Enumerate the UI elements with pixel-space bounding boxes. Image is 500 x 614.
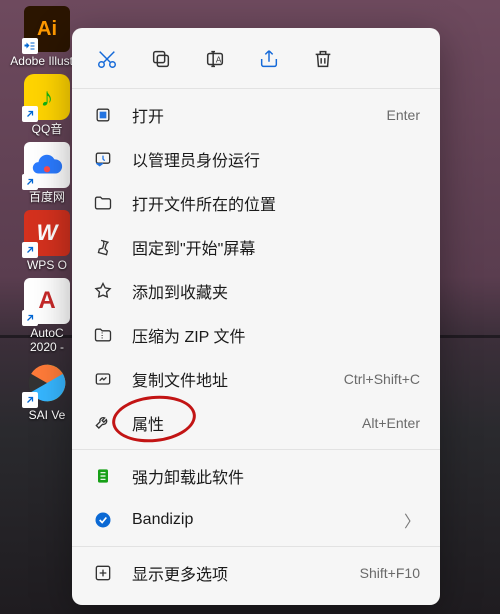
icon-label: QQ音: [32, 122, 63, 136]
separator: [72, 546, 440, 547]
shortcut-overlay: [22, 174, 38, 190]
shield-icon: [92, 148, 114, 170]
menu-shortcut: Enter: [387, 107, 420, 123]
shortcut-overlay: [22, 106, 38, 122]
menu-item-open-location[interactable]: 打开文件所在的位置: [72, 181, 440, 225]
menu-label: 以管理员身份运行: [132, 147, 420, 171]
menu-label: Bandizip: [132, 511, 386, 529]
copy-icon[interactable]: [148, 46, 174, 72]
star-icon: [92, 280, 114, 302]
uninstall-icon: [92, 465, 114, 487]
chevron-right-icon: 〉: [404, 508, 420, 532]
menu-item-bandizip[interactable]: Bandizip 〉: [72, 498, 440, 542]
menu-item-uninstall[interactable]: 强力卸载此软件: [72, 454, 440, 498]
context-toolbar: A: [72, 36, 440, 84]
icon-label: WPS O: [27, 258, 67, 272]
menu-shortcut: Ctrl+Shift+C: [344, 371, 420, 387]
menu-item-run-admin[interactable]: 以管理员身份运行: [72, 137, 440, 181]
menu-item-open[interactable]: 打开 Enter: [72, 93, 440, 137]
folder-icon: [92, 192, 114, 214]
wrench-icon: [92, 412, 114, 434]
menu-shortcut: Shift+F10: [360, 565, 420, 581]
menu-label: 打开: [132, 103, 369, 127]
menu-label: 属性: [132, 411, 344, 435]
menu-item-show-more[interactable]: 显示更多选项 Shift+F10: [72, 551, 440, 595]
icon-label: SAI Ve: [29, 408, 66, 422]
cut-icon[interactable]: [94, 46, 120, 72]
menu-label: 复制文件地址: [132, 367, 326, 391]
zip-icon: [92, 324, 114, 346]
context-menu: A 打开 Enter 以管理员身份运行 打开文件所在的位置 固定到"开始"屏幕 …: [72, 28, 440, 605]
pin-icon: [92, 236, 114, 258]
wps-glyph: W: [37, 220, 58, 246]
open-icon: [92, 104, 114, 126]
shortcut-overlay: [22, 392, 38, 408]
menu-label: 显示更多选项: [132, 561, 342, 585]
shortcut-overlay: [22, 242, 38, 258]
menu-shortcut: Alt+Enter: [362, 415, 420, 431]
shortcut-overlay: [22, 38, 38, 54]
icon-label: AutoC 2020 -: [30, 326, 64, 354]
svg-text:A: A: [216, 56, 222, 65]
separator: [72, 88, 440, 89]
menu-label: 固定到"开始"屏幕: [132, 235, 420, 259]
menu-label: 压缩为 ZIP 文件: [132, 323, 420, 347]
autocad-glyph: A: [38, 287, 55, 315]
music-glyph: ♪: [41, 82, 54, 113]
bandizip-icon: [92, 509, 114, 531]
ai-glyph: Ai: [37, 18, 57, 41]
menu-item-add-favorite[interactable]: 添加到收藏夹: [72, 269, 440, 313]
menu-item-properties[interactable]: 属性 Alt+Enter: [72, 401, 440, 445]
menu-label: 添加到收藏夹: [132, 279, 420, 303]
share-icon[interactable]: [256, 46, 282, 72]
menu-item-compress-zip[interactable]: 压缩为 ZIP 文件: [72, 313, 440, 357]
rename-icon[interactable]: A: [202, 46, 228, 72]
menu-label: 强力卸载此软件: [132, 464, 420, 488]
menu-item-copy-path[interactable]: 复制文件地址 Ctrl+Shift+C: [72, 357, 440, 401]
menu-item-pin-start[interactable]: 固定到"开始"屏幕: [72, 225, 440, 269]
more-icon: [92, 562, 114, 584]
shortcut-overlay: [22, 310, 38, 326]
copypath-icon: [92, 368, 114, 390]
delete-icon[interactable]: [310, 46, 336, 72]
icon-label: 百度网: [29, 190, 65, 204]
menu-label: 打开文件所在的位置: [132, 191, 420, 215]
separator: [72, 449, 440, 450]
